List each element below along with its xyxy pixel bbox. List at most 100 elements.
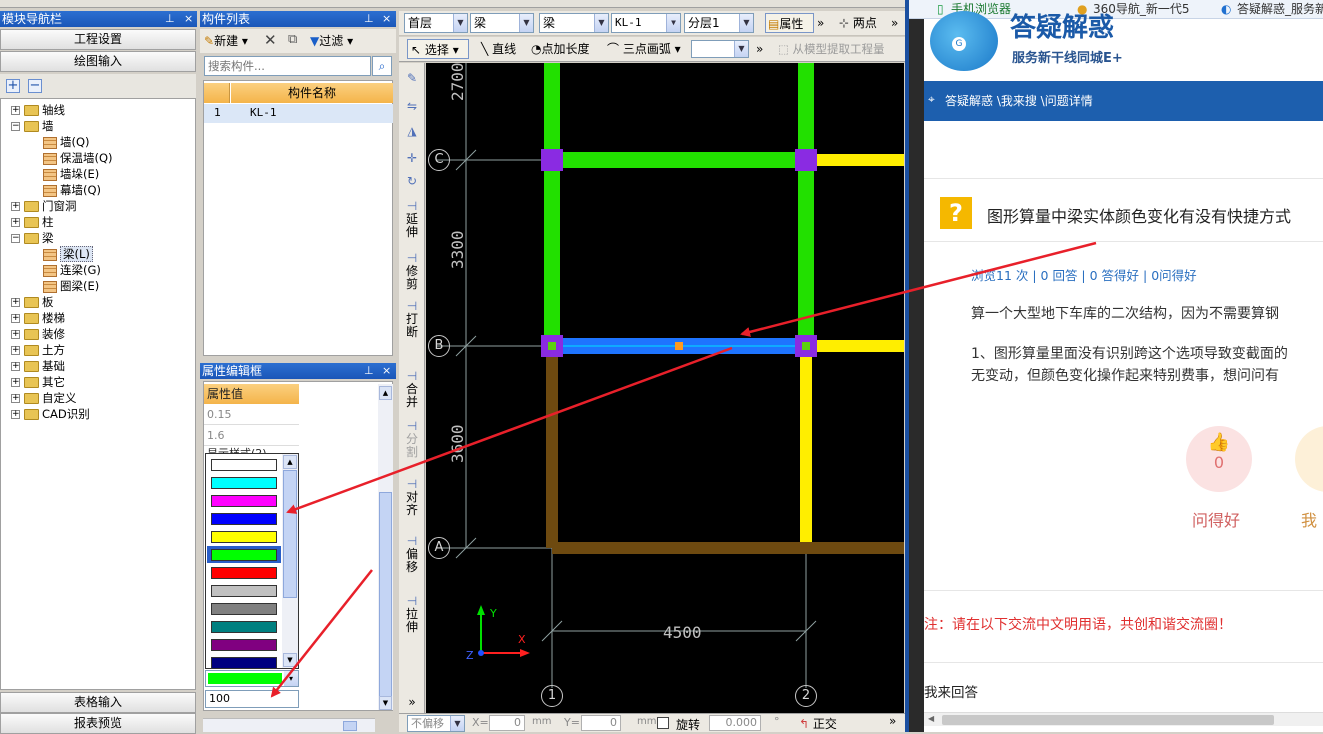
nav-tree-item[interactable]: 墙垛(E) <box>43 166 99 182</box>
beam-brown-a[interactable] <box>552 542 904 554</box>
rotate-icon[interactable]: ↻ <box>400 175 424 188</box>
me-button[interactable] <box>1295 426 1323 492</box>
side-tool-button[interactable]: ⊣ 分割 <box>400 420 424 459</box>
rotate-checkbox[interactable] <box>657 717 669 729</box>
component-select[interactable]: KL-1 ▼ <box>611 13 681 33</box>
extract-quantity-button[interactable]: ⬚ 从模型提取工程量 <box>778 39 885 59</box>
color-option[interactable] <box>207 510 281 527</box>
nav-tree-folder[interactable]: + 门窗洞 <box>11 198 77 214</box>
beam-vertical-left[interactable] <box>544 63 560 346</box>
color-option[interactable] <box>207 564 281 581</box>
side-tool-button[interactable]: ⊣ 打断 <box>400 300 424 339</box>
color-option[interactable] <box>207 456 281 473</box>
nav-tree-item[interactable]: 梁(L) <box>43 246 93 262</box>
expand-all-icon[interactable]: + <box>6 79 20 93</box>
nav-tree-folder[interactable]: + 装修 <box>11 326 65 342</box>
close-icon[interactable]: × <box>382 363 391 379</box>
color-list-scrollbar[interactable]: ▲ ▼ <box>282 454 298 668</box>
color-option[interactable] <box>207 546 281 563</box>
project-settings-button[interactable]: 工程设置 <box>0 29 196 50</box>
nav-tree-folder[interactable]: + 楼梯 <box>11 310 65 326</box>
collapse-icon[interactable]: − <box>11 234 20 243</box>
nav-tree-item[interactable]: 幕墙(Q) <box>43 182 101 198</box>
rotate-angle-input[interactable]: 0.000 <box>709 715 761 731</box>
arc-option-select[interactable]: ▼ <box>691 40 749 58</box>
more-chevron-icon[interactable]: » <box>891 13 898 33</box>
more-chevron-icon[interactable]: » <box>817 13 824 33</box>
new-component-button[interactable]: ✎新建 ▾ <box>204 32 248 50</box>
property-value[interactable]: 1.6 <box>204 426 299 446</box>
attribute-button[interactable]: ▤属性 <box>765 13 814 33</box>
beam-yellow-b[interactable] <box>814 340 904 352</box>
nav-tree-folder[interactable]: + 板 <box>11 294 54 310</box>
color-dropdown-list[interactable]: ▲ ▼ <box>205 453 299 669</box>
color-option[interactable] <box>207 492 281 509</box>
side-tool-button[interactable]: ⊣ 延伸 <box>400 200 424 239</box>
brush-icon[interactable]: ✎ <box>400 72 424 85</box>
y-coordinate-input[interactable]: 0 <box>581 715 621 731</box>
nav-tree-folder[interactable]: + 土方 <box>11 342 65 358</box>
more-chevron-icon[interactable]: » <box>400 696 424 709</box>
offset-mode-select[interactable]: 不偏移 ▼ <box>407 715 465 732</box>
nav-tree-folder[interactable]: + 柱 <box>11 214 54 230</box>
beam-yellow-c[interactable] <box>814 154 904 166</box>
side-tool-button[interactable]: ⊣ 对齐 <box>400 478 424 517</box>
ask-good-button[interactable]: 👍 0 <box>1186 426 1252 492</box>
transparency-input[interactable]: 100 <box>205 690 299 708</box>
pin-icon[interactable]: ⊥ <box>165 11 175 27</box>
expand-icon[interactable]: + <box>11 346 20 355</box>
expand-icon[interactable]: + <box>11 378 20 387</box>
beam-vertical-right[interactable] <box>798 63 814 346</box>
expand-icon[interactable]: + <box>11 314 20 323</box>
current-color-combo[interactable]: ▾ <box>205 670 299 687</box>
nav-tree-folder[interactable]: + CAD识别 <box>11 406 90 422</box>
more-chevron-icon[interactable]: » <box>756 39 763 59</box>
nav-tree-folder[interactable]: − 墙 <box>11 118 54 134</box>
nav-tree-folder[interactable]: + 其它 <box>11 374 65 390</box>
side-tool-button[interactable]: ⊣ 合并 <box>400 370 424 409</box>
triangle-mirror-icon[interactable]: ◮ <box>400 125 424 138</box>
browser-tab-answers[interactable]: ◐ 答疑解惑_服务新 <box>1219 0 1323 19</box>
pin-icon[interactable]: ⊥ <box>364 11 374 27</box>
beam-yellow-vertical[interactable] <box>800 352 812 542</box>
layer-select[interactable]: 分层1 ▼ <box>684 13 754 33</box>
drawing-input-button[interactable]: 绘图输入 <box>0 51 196 72</box>
column[interactable] <box>795 149 817 171</box>
filter-button[interactable]: ▼过滤 ▾ <box>310 32 353 50</box>
close-icon[interactable]: × <box>184 11 193 27</box>
side-tool-button[interactable]: ⊣ 偏移 <box>400 535 424 574</box>
type1-select[interactable]: 梁 ▼ <box>470 13 534 33</box>
side-tool-button[interactable]: ⊣ 拉伸 <box>400 595 424 634</box>
close-icon[interactable]: × <box>382 11 391 27</box>
drawing-canvas[interactable]: 2700 3300 3600 4500 C B A 1 2 Y X Z <box>426 63 904 713</box>
expand-icon[interactable]: + <box>11 106 20 115</box>
x-coordinate-input[interactable]: 0 <box>489 715 525 731</box>
color-option[interactable] <box>207 582 281 599</box>
two-point-button[interactable]: ⊹ 两点 <box>839 13 877 33</box>
nav-tree-folder[interactable]: + 基础 <box>11 358 65 374</box>
ortho-button[interactable]: ↰ 正交 <box>799 715 837 732</box>
nav-tree-folder[interactable]: + 轴线 <box>11 102 65 118</box>
expand-icon[interactable]: + <box>11 330 20 339</box>
collapse-icon[interactable]: − <box>11 122 20 131</box>
nav-tree-item[interactable]: 连梁(G) <box>43 262 101 278</box>
expand-icon[interactable]: + <box>11 410 20 419</box>
more-chevron-icon[interactable]: » <box>889 714 896 728</box>
color-option[interactable] <box>207 636 281 653</box>
property-value[interactable]: 0.15 <box>204 405 299 425</box>
select-button[interactable]: ↖ 选择 ▾ <box>407 39 469 59</box>
side-tool-button[interactable]: ⊣ 修剪 <box>400 252 424 291</box>
component-search-input[interactable] <box>204 56 371 76</box>
floor-select[interactable]: 首层 ▼ <box>404 13 468 33</box>
column[interactable] <box>541 149 563 171</box>
expand-icon[interactable]: + <box>11 362 20 371</box>
expand-icon[interactable]: + <box>11 202 20 211</box>
expand-icon[interactable]: + <box>11 298 20 307</box>
nav-tree-item[interactable]: 圈梁(E) <box>43 278 99 294</box>
collapse-all-icon[interactable]: − <box>28 79 42 93</box>
beam-brown-vertical[interactable] <box>546 352 558 548</box>
point-length-button[interactable]: ◔点加长度 <box>531 39 590 59</box>
expand-icon[interactable]: + <box>11 394 20 403</box>
pin-icon[interactable]: ⊥ <box>364 363 374 379</box>
table-input-button[interactable]: 表格输入 <box>0 692 196 713</box>
